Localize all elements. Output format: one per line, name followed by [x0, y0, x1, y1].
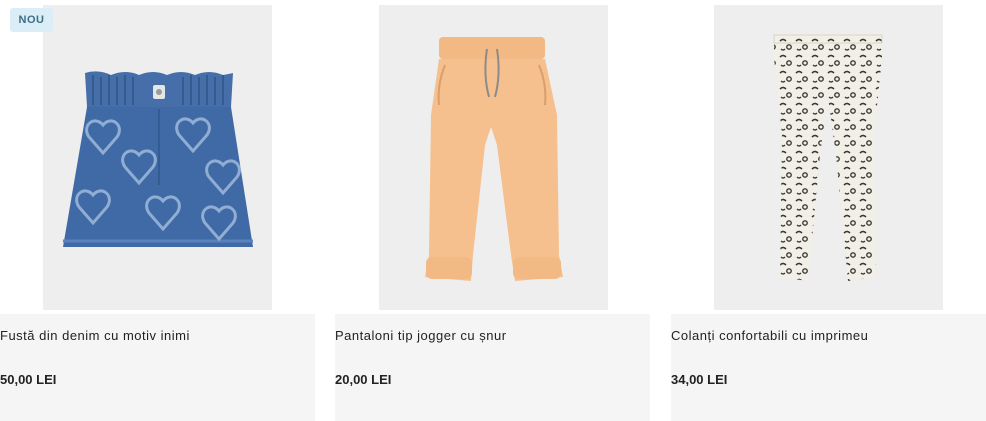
product-card[interactable]: Pantaloni tip jogger cu șnur 20,00 LEI — [335, 0, 650, 421]
product-info: Pantaloni tip jogger cu șnur 20,00 LEI — [335, 314, 650, 421]
product-image-wrapper[interactable] — [671, 0, 986, 314]
product-title[interactable]: Colanți confortabili cu imprimeu — [671, 328, 868, 343]
product-image-wrapper[interactable] — [0, 0, 315, 314]
product-price: 34,00 LEI — [671, 372, 728, 387]
product-info: Colanți confortabili cu imprimeu 34,00 L… — [671, 314, 986, 421]
product-title[interactable]: Pantaloni tip jogger cu șnur — [335, 328, 507, 343]
product-image[interactable] — [43, 5, 272, 310]
product-price: 50,00 LEI — [0, 372, 57, 387]
new-badge: NOU — [10, 8, 53, 32]
product-image[interactable] — [714, 5, 943, 310]
denim-skirt-image — [63, 71, 253, 247]
leopard-leggings-image — [773, 34, 883, 281]
product-card[interactable]: NOU Fustă din denim cu motiv inimi 50,00… — [0, 0, 315, 421]
jogger-pants-image — [425, 37, 563, 281]
product-title[interactable]: Fustă din denim cu motiv inimi — [0, 328, 190, 343]
product-price: 20,00 LEI — [335, 372, 392, 387]
product-info: Fustă din denim cu motiv inimi 50,00 LEI — [0, 314, 315, 421]
product-image-wrapper[interactable] — [335, 0, 650, 314]
product-card[interactable]: Colanți confortabili cu imprimeu 34,00 L… — [671, 0, 986, 421]
product-image[interactable] — [379, 5, 608, 310]
